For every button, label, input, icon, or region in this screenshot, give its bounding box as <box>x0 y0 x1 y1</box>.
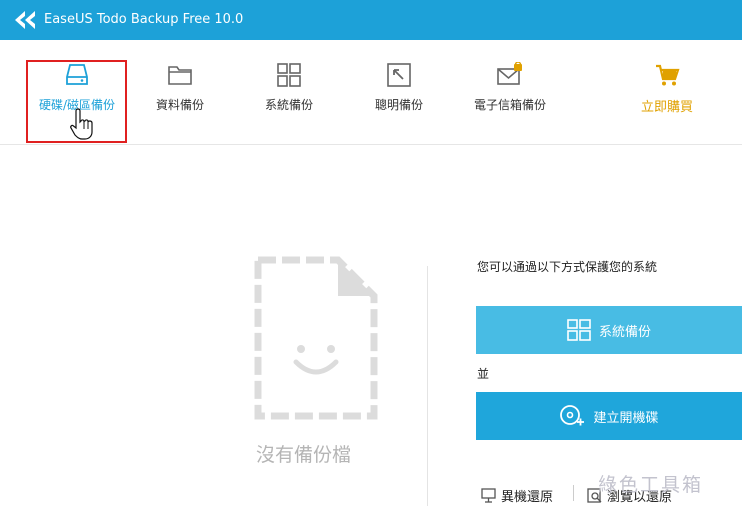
folder-icon <box>168 66 192 85</box>
cart-icon <box>656 64 680 86</box>
tool-system-backup[interactable]: 系統備份 <box>234 62 344 142</box>
protect-tip-text: 您可以通過以下方式保護您的系統 <box>477 260 658 274</box>
restore-other-link[interactable]: 異機還原 <box>481 486 553 505</box>
monitor-restore-icon <box>481 487 496 503</box>
smart-backup-icon <box>387 63 411 87</box>
windows-icon <box>277 63 301 87</box>
restore-other-label: 異機還原 <box>501 490 554 505</box>
link-divider <box>573 485 574 501</box>
buy-now-button[interactable]: 立即購買 <box>612 62 722 142</box>
create-boot-disk-label: 建立開機碟 <box>593 410 659 426</box>
create-boot-disk-button[interactable]: 建立開機碟 <box>476 392 742 440</box>
tool-label: 資料備份 <box>155 98 204 112</box>
easeus-logo-icon <box>15 11 35 29</box>
tool-label: 聰明備份 <box>374 98 423 112</box>
title-bar: EaseUS Todo Backup Free 10.0 <box>0 0 742 40</box>
tool-label: 立即購買 <box>640 100 693 115</box>
window-title: EaseUS Todo Backup Free 10.0 <box>44 12 244 27</box>
and-text: 並 <box>477 367 490 381</box>
tool-email-backup[interactable]: 電子信箱備份 <box>455 62 565 142</box>
tool-label: 電子信箱備份 <box>473 98 546 112</box>
vertical-divider <box>427 266 428 506</box>
toolbar-divider <box>0 144 742 145</box>
tool-smart-backup[interactable]: 聰明備份 <box>344 62 454 142</box>
windows-icon <box>567 319 591 341</box>
tool-file-backup[interactable]: 資料備份 <box>125 62 235 142</box>
system-backup-button[interactable]: 系統備份 <box>476 306 742 354</box>
tool-label: 系統備份 <box>264 98 313 112</box>
system-backup-label: 系統備份 <box>598 324 651 340</box>
watermark-text: 綠色工具箱 <box>598 474 704 496</box>
email-lock-icon <box>497 62 522 85</box>
empty-file-icon <box>254 256 378 420</box>
disc-add-icon <box>560 405 585 426</box>
empty-state-text: 沒有備份檔 <box>256 444 352 466</box>
hand-cursor-icon <box>70 108 93 140</box>
